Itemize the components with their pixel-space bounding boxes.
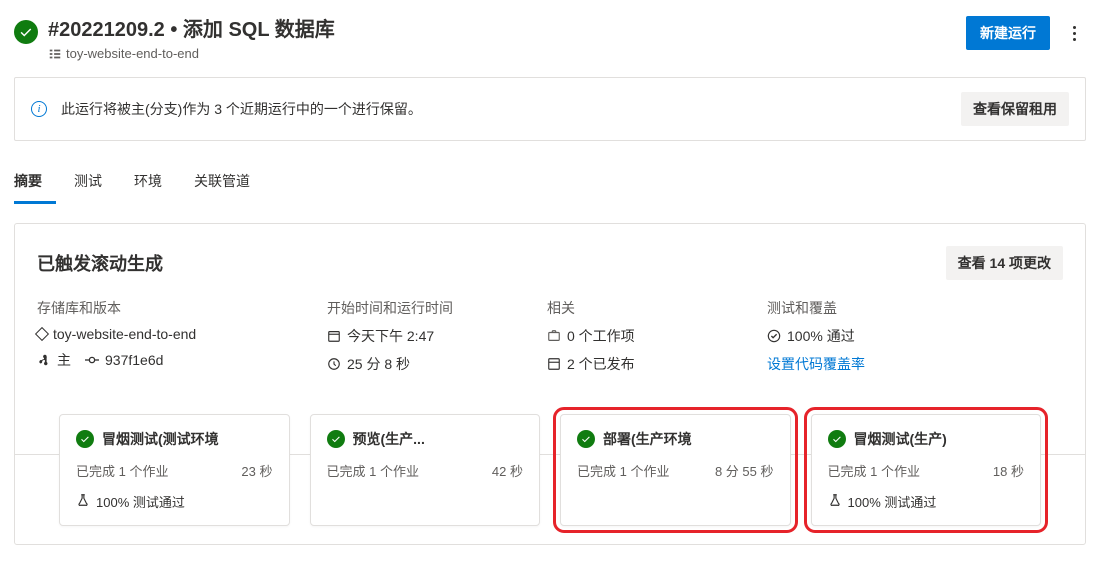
tab-related[interactable]: 关联管道	[194, 161, 264, 204]
page-header: #20221209.2 • 添加 SQL 数据库 toy-website-end…	[0, 0, 1100, 77]
success-status-icon	[577, 430, 595, 448]
stage-head: 预览(生产...	[327, 429, 524, 449]
meta-tests: 测试和覆盖 100% 通过 设置代码覆盖率	[767, 298, 927, 374]
start-time: 今天下午 2:47	[347, 326, 434, 346]
pipeline-name: toy-website-end-to-end	[66, 46, 199, 61]
start-time-row: 今天下午 2:47	[327, 326, 487, 346]
stage-name: 冒烟测试(生产)	[854, 429, 947, 449]
meta-related: 相关 0 个工作项 2 个已发布	[547, 298, 707, 374]
work-items-row[interactable]: 0 个工作项	[547, 326, 707, 346]
tab-summary[interactable]: 摘要	[14, 161, 56, 204]
branch-commit-row: 主 937f1e6d	[37, 350, 267, 370]
retention-banner: i 此运行将被主(分支)作为 3 个近期运行中的一个进行保留。 查看保留租用	[14, 77, 1086, 141]
page-title: #20221209.2 • 添加 SQL 数据库	[48, 16, 335, 44]
branch-icon	[37, 353, 51, 367]
flask-icon	[828, 493, 842, 510]
repo-label: 存储库和版本	[37, 298, 267, 318]
published: 2 个已发布	[567, 354, 635, 374]
stage-jobs: 已完成 1 个作业	[577, 461, 669, 480]
summary-title: 已触发滚动生成	[37, 250, 163, 276]
duration: 25 分 8 秒	[347, 354, 410, 374]
published-row[interactable]: 2 个已发布	[547, 354, 707, 374]
pass-rate: 100% 通过	[787, 326, 855, 346]
stage-card[interactable]: 冒烟测试(测试环境已完成 1 个作业 23 秒 100% 测试通过	[59, 414, 290, 526]
success-status-icon	[828, 430, 846, 448]
stage-duration: 42 秒	[492, 461, 523, 480]
stage-head: 冒烟测试(生产)	[828, 429, 1025, 449]
tabs: 摘要 测试 环境 关联管道	[0, 161, 1100, 205]
repo-icon	[35, 327, 49, 341]
stage-duration: 23 秒	[241, 461, 272, 480]
info-icon: i	[31, 101, 47, 117]
pass-rate-row[interactable]: 100% 通过	[767, 326, 927, 346]
check-icon	[767, 329, 781, 343]
duration-row: 25 分 8 秒	[327, 354, 487, 374]
workitem-icon	[547, 329, 561, 343]
view-retention-button[interactable]: 查看保留租用	[961, 92, 1069, 126]
stage-jobs: 已完成 1 个作业	[327, 461, 419, 480]
success-status-icon	[76, 430, 94, 448]
meta-grid: 存储库和版本 toy-website-end-to-end 主 937f1e6d…	[15, 298, 1085, 384]
stage-card[interactable]: 部署(生产环境已完成 1 个作业 8 分 55 秒	[560, 414, 791, 526]
stages: 冒烟测试(测试环境已完成 1 个作业 23 秒 100% 测试通过 预览(生产... 已…	[15, 414, 1085, 526]
stage-test-text: 100% 测试通过	[848, 492, 937, 511]
stage-head: 部署(生产环境	[577, 429, 774, 449]
success-status-icon	[14, 20, 38, 44]
summary-section: 已触发滚动生成 查看 14 项更改 存储库和版本 toy-website-end…	[14, 223, 1086, 545]
stage-name: 部署(生产环境	[603, 429, 692, 449]
stage-sub: 已完成 1 个作业 23 秒	[76, 461, 273, 480]
stage-test: 100% 测试通过	[828, 492, 1025, 511]
time-label: 开始时间和运行时间	[327, 298, 487, 318]
artifact-icon	[547, 357, 561, 371]
work-items: 0 个工作项	[567, 326, 635, 346]
stage-head: 冒烟测试(测试环境	[76, 429, 273, 449]
commit-hash[interactable]: 937f1e6d	[105, 352, 163, 368]
meta-time: 开始时间和运行时间 今天下午 2:47 25 分 8 秒	[327, 298, 487, 374]
summary-head: 已触发滚动生成 查看 14 项更改	[15, 246, 1085, 298]
tab-tests[interactable]: 测试	[74, 161, 116, 204]
more-menu-button[interactable]	[1062, 20, 1086, 47]
stage-duration: 18 秒	[993, 461, 1024, 480]
meta-repo: 存储库和版本 toy-website-end-to-end 主 937f1e6d	[37, 298, 267, 374]
stage-name: 冒烟测试(测试环境	[102, 429, 219, 449]
tab-environments[interactable]: 环境	[134, 161, 176, 204]
stage-jobs: 已完成 1 个作业	[76, 461, 168, 480]
related-label: 相关	[547, 298, 707, 318]
coverage-link[interactable]: 设置代码覆盖率	[767, 354, 927, 374]
stage-name: 预览(生产...	[353, 429, 425, 449]
tests-label: 测试和覆盖	[767, 298, 927, 318]
flask-icon	[76, 493, 90, 510]
stage-test: 100% 测试通过	[76, 492, 273, 511]
banner-text: 此运行将被主(分支)作为 3 个近期运行中的一个进行保留。	[61, 99, 422, 119]
pipeline-subtitle[interactable]: toy-website-end-to-end	[48, 46, 335, 61]
branch-name[interactable]: 主	[57, 350, 71, 370]
stage-card[interactable]: 预览(生产... 已完成 1 个作业 42 秒	[310, 414, 541, 526]
banner-content: i 此运行将被主(分支)作为 3 个近期运行中的一个进行保留。	[31, 99, 422, 119]
new-run-button[interactable]: 新建运行	[966, 16, 1050, 50]
repo-name: toy-website-end-to-end	[53, 326, 196, 342]
stage-sub: 已完成 1 个作业 42 秒	[327, 461, 524, 480]
title-block: #20221209.2 • 添加 SQL 数据库 toy-website-end…	[48, 16, 335, 61]
stages-wrap: 冒烟测试(测试环境已完成 1 个作业 23 秒 100% 测试通过 预览(生产... 已…	[15, 384, 1085, 530]
success-status-icon	[327, 430, 345, 448]
calendar-icon	[327, 329, 341, 343]
stage-test-text: 100% 测试通过	[96, 492, 185, 511]
clock-icon	[327, 357, 341, 371]
repo-name-row[interactable]: toy-website-end-to-end	[37, 326, 267, 342]
commit-icon	[85, 353, 99, 367]
stage-sub: 已完成 1 个作业 18 秒	[828, 461, 1025, 480]
stage-sub: 已完成 1 个作业 8 分 55 秒	[577, 461, 774, 480]
stage-card[interactable]: 冒烟测试(生产) 已完成 1 个作业 18 秒 100% 测试通过	[811, 414, 1042, 526]
pipeline-icon	[48, 47, 62, 61]
header-actions: 新建运行	[966, 16, 1086, 50]
stage-duration: 8 分 55 秒	[715, 461, 774, 480]
stage-jobs: 已完成 1 个作业	[828, 461, 920, 480]
header-left: #20221209.2 • 添加 SQL 数据库 toy-website-end…	[14, 16, 335, 61]
view-changes-button[interactable]: 查看 14 项更改	[946, 246, 1063, 280]
